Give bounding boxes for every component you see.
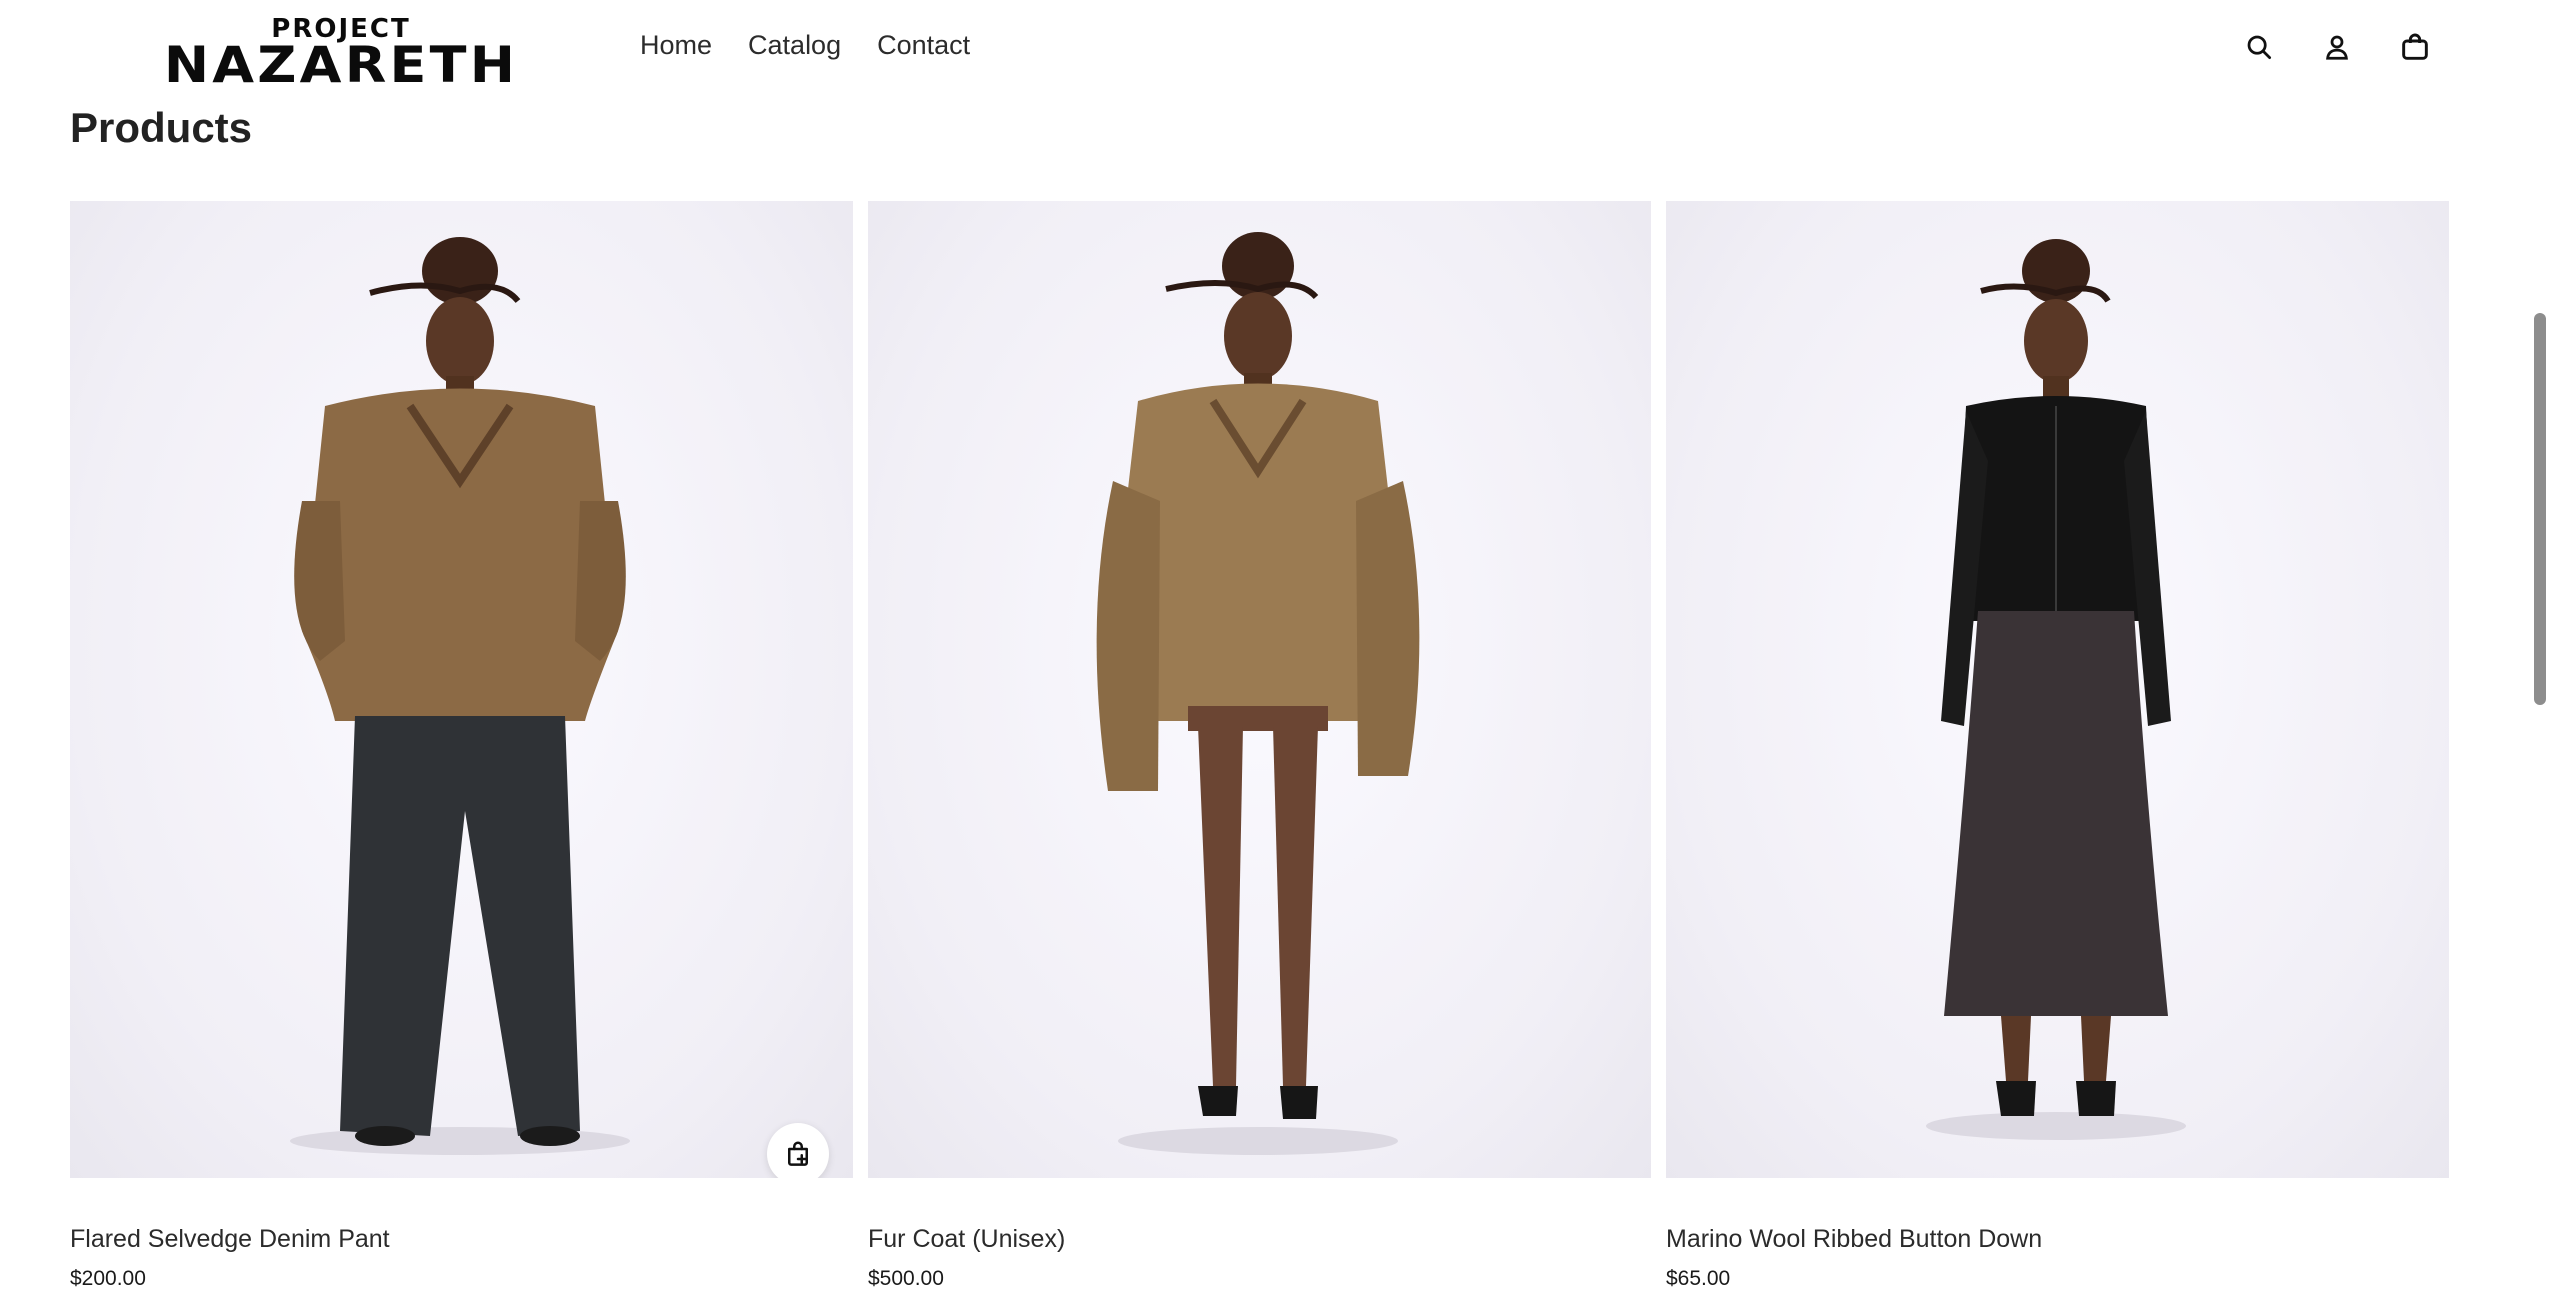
- model-photo-illustration: [290, 237, 630, 1155]
- product-card[interactable]: Marino Wool Ribbed Button Down $65.00: [1666, 201, 2449, 1290]
- cart-button[interactable]: [2396, 28, 2434, 66]
- model-photo-illustration: [1096, 232, 1420, 1155]
- product-image[interactable]: [868, 201, 1651, 1178]
- search-icon: [2247, 35, 2271, 59]
- account-icon: [2326, 35, 2348, 60]
- product-card[interactable]: Flared Selvedge Denim Pant $200.00: [70, 201, 853, 1290]
- product-title[interactable]: Flared Selvedge Denim Pant: [70, 1225, 390, 1254]
- bag-plus-icon: [788, 1141, 808, 1166]
- header-actions: [2240, 28, 2434, 66]
- product-price: $65.00: [1666, 1267, 1731, 1290]
- product-grid: Flared Selvedge Denim Pant $200.00 Fur C…: [70, 201, 2449, 1290]
- quick-add-button[interactable]: [767, 1123, 829, 1178]
- logo-top-text: PROJECT: [271, 14, 411, 44]
- main-nav: Home Catalog Contact: [640, 30, 970, 61]
- nav-catalog[interactable]: Catalog: [748, 30, 841, 61]
- product-title[interactable]: Fur Coat (Unisex): [868, 1225, 1065, 1254]
- product-image[interactable]: [1666, 201, 2449, 1178]
- product-card[interactable]: Fur Coat (Unisex) $500.00: [868, 201, 1651, 1290]
- product-price: $200.00: [70, 1267, 146, 1290]
- page: PROJECT NAZARETH Home Catalog Contact Pr…: [0, 0, 2550, 1314]
- product-image[interactable]: [70, 201, 853, 1178]
- page-scrollbar[interactable]: [2530, 0, 2550, 1314]
- scrollbar-thumb[interactable]: [2534, 313, 2546, 705]
- model-photo-illustration: [1926, 239, 2186, 1140]
- cart-icon: [2402, 33, 2428, 60]
- nav-home[interactable]: Home: [640, 30, 712, 61]
- product-price: $500.00: [868, 1267, 944, 1290]
- page-title: Products: [70, 104, 253, 151]
- product-title[interactable]: Marino Wool Ribbed Button Down: [1666, 1225, 2042, 1254]
- brand-logo[interactable]: PROJECT NAZARETH: [98, 14, 584, 90]
- logo-main-text: NAZARETH: [163, 36, 519, 94]
- nav-contact[interactable]: Contact: [877, 30, 970, 61]
- site-header: PROJECT NAZARETH Home Catalog Contact: [0, 0, 2530, 100]
- account-button[interactable]: [2318, 28, 2356, 66]
- search-button[interactable]: [2240, 28, 2278, 66]
